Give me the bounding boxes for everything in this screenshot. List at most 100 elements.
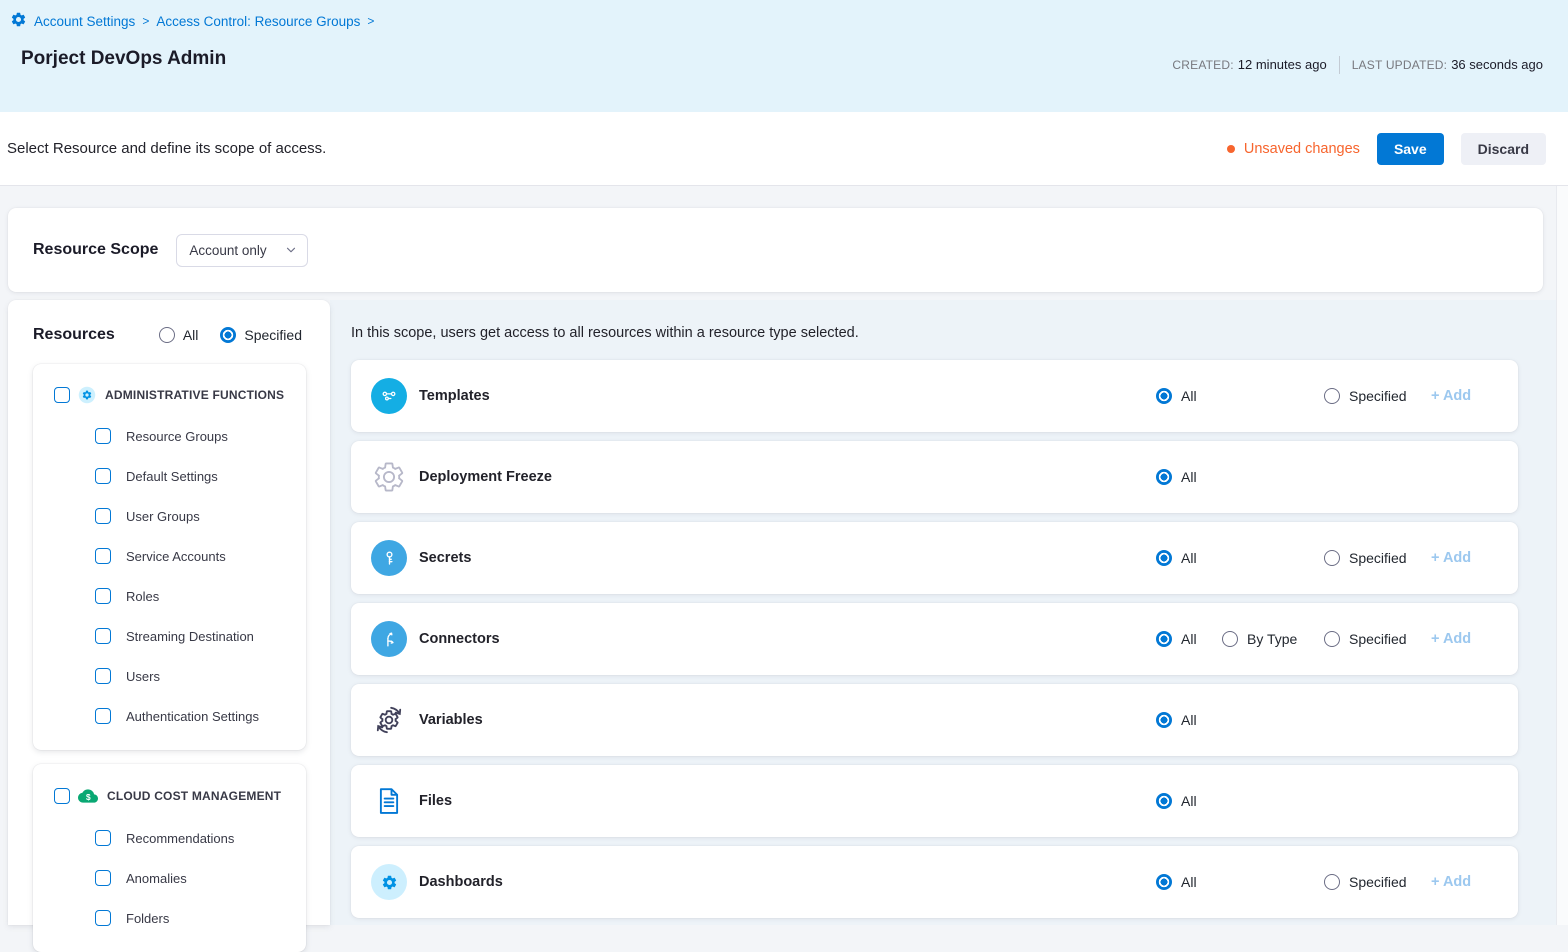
resource-type-item: Resource Groups <box>95 428 296 444</box>
add-button[interactable]: + Add <box>1431 388 1471 404</box>
item-checkbox[interactable] <box>95 428 111 444</box>
cloud-dollar-icon: $ <box>78 786 98 806</box>
radio-label: All <box>1181 631 1197 647</box>
radio-all[interactable]: All <box>1156 793 1197 809</box>
radio-label: Specified <box>1349 874 1407 890</box>
radio-label: By Type <box>1247 631 1297 647</box>
created-label: CREATED: <box>1172 58 1233 72</box>
radio-specified[interactable]: Specified <box>1324 550 1407 566</box>
group-checkbox[interactable] <box>54 788 70 804</box>
scrollbar-track[interactable] <box>1556 186 1568 925</box>
save-button[interactable]: Save <box>1377 133 1444 165</box>
radio-all[interactable]: All <box>1156 712 1197 728</box>
radio-icon <box>1156 550 1172 566</box>
add-button[interactable]: + Add <box>1431 550 1471 566</box>
breadcrumb: Account Settings > Access Control: Resou… <box>10 11 374 31</box>
resources-radio-specified[interactable]: Specified <box>220 327 302 343</box>
item-checkbox[interactable] <box>95 830 111 846</box>
group-header: ADMINISTRATIVE FUNCTIONS <box>54 386 296 404</box>
radio-all[interactable]: All <box>1156 631 1197 647</box>
resource-type-item: Default Settings <box>95 468 296 484</box>
variables-icon <box>371 702 407 738</box>
radio-icon <box>1324 388 1340 404</box>
breadcrumb-separator: > <box>367 14 374 28</box>
radio-icon <box>1222 631 1238 647</box>
resource-scope-selected-value: Account only <box>189 243 266 258</box>
resource-row: Deployment Freeze All <box>351 441 1518 513</box>
radio-by-type[interactable]: By Type <box>1222 631 1297 647</box>
resource-type-name: Templates <box>419 388 490 404</box>
resource-scope-card: Resource Scope Account only <box>8 208 1543 292</box>
resource-type-name: Deployment Freeze <box>419 469 552 485</box>
chevron-down-icon <box>284 243 298 257</box>
group-checkbox[interactable] <box>54 387 70 403</box>
group-header: $CLOUD COST MANAGEMENT <box>54 786 296 806</box>
discard-button[interactable]: Discard <box>1461 133 1546 165</box>
item-checkbox[interactable] <box>95 628 111 644</box>
breadcrumb-separator: > <box>142 14 149 28</box>
add-button[interactable]: + Add <box>1431 874 1471 890</box>
radio-icon <box>1156 712 1172 728</box>
item-label: Service Accounts <box>126 549 226 564</box>
item-label: User Groups <box>126 509 200 524</box>
updated-value: 36 seconds ago <box>1451 57 1543 72</box>
radio-icon <box>1156 631 1172 647</box>
resource-scope-label: Resource Scope <box>33 241 158 259</box>
radio-icon <box>1156 469 1172 485</box>
add-button[interactable]: + Add <box>1431 631 1471 647</box>
radio-all[interactable]: All <box>1156 469 1197 485</box>
item-checkbox[interactable] <box>95 668 111 684</box>
radio-label: Specified <box>1349 388 1407 404</box>
radio-label: Specified <box>1349 631 1407 647</box>
resource-scope-dropdown[interactable]: Account only <box>176 234 308 267</box>
item-checkbox[interactable] <box>95 708 111 724</box>
resource-type-name: Connectors <box>419 631 500 647</box>
resource-type-item: Roles <box>95 588 296 604</box>
radio-specified-label: Specified <box>244 327 302 343</box>
breadcrumb-account-settings[interactable]: Account Settings <box>34 14 135 29</box>
radio-specified[interactable]: Specified <box>1324 631 1407 647</box>
connectors-icon <box>371 621 407 657</box>
item-checkbox[interactable] <box>95 910 111 926</box>
radio-all[interactable]: All <box>1156 874 1197 890</box>
resources-panel: Resources All Specified ADMINISTRATIVE F… <box>8 300 330 925</box>
radio-specified[interactable]: Specified <box>1324 874 1407 890</box>
resource-type-name: Files <box>419 793 452 809</box>
scope-intro-text: In this scope, users get access to all r… <box>351 325 859 341</box>
item-checkbox[interactable] <box>95 588 111 604</box>
radio-icon <box>1324 550 1340 566</box>
radio-all[interactable]: All <box>1156 550 1197 566</box>
resource-type-name: Dashboards <box>419 874 503 890</box>
resource-rows: Templates All Specified + Add Deployment Fre… <box>351 360 1518 927</box>
resource-row: Files All <box>351 765 1518 837</box>
item-checkbox[interactable] <box>95 508 111 524</box>
radio-all[interactable]: All <box>1156 388 1197 404</box>
resource-type-item: Recommendations <box>95 830 296 846</box>
radio-specified[interactable]: Specified <box>1324 388 1407 404</box>
resources-radio-all[interactable]: All <box>159 327 199 343</box>
radio-icon <box>1324 631 1340 647</box>
radio-label: All <box>1181 388 1197 404</box>
radio-icon <box>1156 874 1172 890</box>
item-checkbox[interactable] <box>95 870 111 886</box>
templates-icon <box>371 378 407 414</box>
resource-type-item: User Groups <box>95 508 296 524</box>
resource-group-card: $CLOUD COST MANAGEMENTRecommendationsAno… <box>33 764 306 952</box>
item-label: Users <box>126 669 160 684</box>
created-value: 12 minutes ago <box>1238 57 1327 72</box>
breadcrumb-access-control[interactable]: Access Control: Resource Groups <box>156 14 360 29</box>
item-label: Streaming Destination <box>126 629 254 644</box>
files-icon <box>371 783 407 819</box>
radio-icon <box>220 327 236 343</box>
unsaved-changes-indicator: Unsaved changes <box>1227 141 1360 157</box>
radio-icon <box>1156 388 1172 404</box>
radio-label: Specified <box>1349 550 1407 566</box>
resource-row: VariablesAll <box>351 684 1518 756</box>
resources-panel-title: Resources <box>33 326 115 344</box>
svg-text:$: $ <box>86 792 91 802</box>
item-checkbox[interactable] <box>95 548 111 564</box>
page-header: Account Settings > Access Control: Resou… <box>0 0 1568 112</box>
radio-label: All <box>1181 874 1197 890</box>
item-checkbox[interactable] <box>95 468 111 484</box>
resource-row: Connectors All By Type Specified + Add <box>351 603 1518 675</box>
